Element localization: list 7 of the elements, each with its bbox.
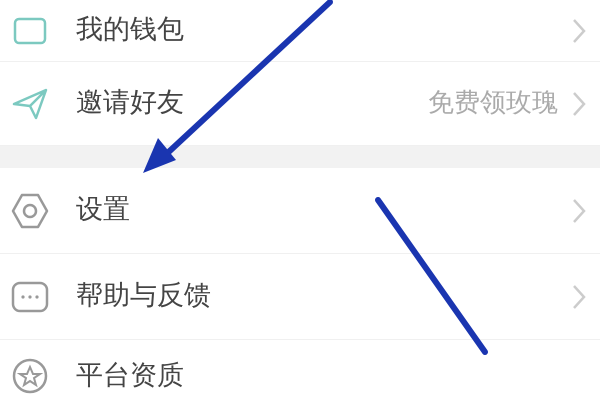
- menu-label: 平台资质: [76, 358, 184, 393]
- menu-detail: 免费领玫瑰: [428, 87, 558, 120]
- menu-label: 帮助与反馈: [76, 279, 211, 314]
- badge-icon: [10, 356, 50, 396]
- menu-label: 我的钱包: [76, 13, 184, 48]
- menu-label: 设置: [76, 193, 130, 228]
- menu-label: 邀请好友: [76, 86, 184, 120]
